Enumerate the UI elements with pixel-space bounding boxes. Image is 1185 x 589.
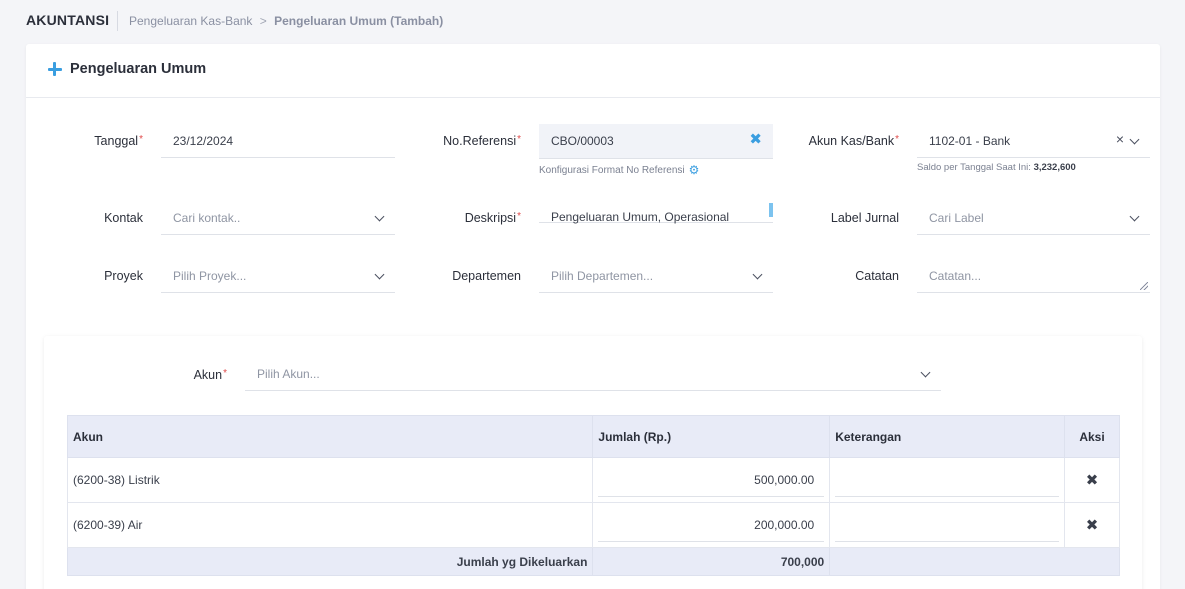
label-jurnal-placeholder: Cari Label [929, 211, 984, 225]
chevron-down-icon [1129, 134, 1140, 145]
chevron-down-icon [374, 269, 385, 280]
breadcrumb-separator: > [259, 14, 267, 28]
deskripsi-input[interactable]: Pengeluaran Umum, Operasional [539, 201, 773, 224]
no-referensi-label: No.Referensi* [443, 134, 521, 148]
akun-select[interactable]: Pilih Akun... [245, 357, 941, 391]
kontak-select[interactable]: Cari kontak.. [161, 201, 395, 235]
deskripsi-value: Pengeluaran Umum, Operasional [551, 210, 730, 224]
akun-label: Akun* [193, 368, 227, 382]
app-title: AKUNTANSI [26, 12, 110, 28]
proyek-select[interactable]: Pilih Proyek... [161, 259, 395, 293]
akun-kas-bank-value: 1102-01 - Bank [929, 134, 1011, 148]
total-row: Jumlah yg Dikeluarkan 700,000 [66, 547, 1120, 576]
column-header-akun: Akun [66, 415, 594, 458]
column-header-keterangan: Keterangan [829, 415, 1066, 458]
plus-icon [48, 62, 62, 76]
jumlah-input[interactable]: 500,000.00 [598, 463, 825, 497]
deskripsi-label: Deskripsi* [464, 211, 521, 225]
total-label: Jumlah yg Dikeluarkan [66, 547, 594, 576]
proyek-label: Proyek [104, 269, 143, 283]
card-header: Pengeluaran Umum [26, 44, 1160, 98]
breadcrumb-current: Pengeluaran Umum (Tambah) [274, 14, 444, 28]
chevron-down-icon [752, 269, 763, 280]
clear-icon[interactable]: ✖ [749, 132, 762, 147]
clear-icon[interactable]: × [1116, 132, 1124, 146]
departemen-label: Departemen [452, 269, 521, 283]
akun-kas-bank-label: Akun Kas/Bank* [808, 134, 899, 148]
chevron-down-icon [920, 367, 931, 378]
catatan-textarea[interactable]: Catatan... [917, 259, 1150, 293]
kontak-label: Kontak [104, 211, 143, 225]
breadcrumb-parent-link[interactable]: Pengeluaran Kas-Bank [129, 14, 252, 28]
departemen-placeholder: Pilih Departemen... [551, 269, 654, 283]
delete-icon[interactable]: ✖ [1064, 502, 1120, 548]
catatan-label: Catatan [855, 269, 899, 283]
resize-handle[interactable] [1140, 282, 1148, 290]
form-card: Pengeluaran Umum Tanggal* 23/12/2024 No.… [26, 44, 1160, 589]
breadcrumb: Pengeluaran Kas-Bank > Pengeluaran Umum … [129, 14, 443, 28]
tanggal-value: 23/12/2024 [173, 134, 234, 148]
column-header-aksi: Aksi [1064, 415, 1120, 458]
no-referensi-input[interactable]: CBO/00003 ✖ [539, 124, 773, 159]
no-referensi-value: CBO/00003 [551, 134, 614, 148]
config-reference-link[interactable]: Konfigurasi Format No Referensi ⚙ [539, 163, 699, 177]
label-jurnal-label: Label Jurnal [830, 211, 899, 225]
tanggal-input[interactable]: 23/12/2024 [161, 124, 395, 158]
akun-placeholder: Pilih Akun... [257, 367, 320, 381]
chevron-down-icon [374, 211, 385, 222]
page-title: Pengeluaran Umum [70, 61, 207, 77]
header-divider [117, 11, 118, 31]
saldo-value: 3,232,600 [1033, 162, 1076, 173]
journal-lines-table: Akun Jumlah (Rp.) Keterangan Aksi (6200-… [66, 415, 1120, 576]
scrollbar-thumb[interactable] [769, 203, 773, 217]
departemen-select[interactable]: Pilih Departemen... [539, 259, 773, 293]
table-row: (6200-38) Listrik 500,000.00 ✖ [66, 457, 1120, 503]
row-akun: (6200-38) Listrik [66, 457, 594, 503]
akun-kas-bank-select[interactable]: 1102-01 - Bank × [917, 124, 1150, 158]
top-bar: AKUNTANSI Pengeluaran Kas-Bank > Pengelu… [0, 0, 1185, 42]
table-row: (6200-39) Air 200,000.00 ✖ [66, 502, 1120, 548]
column-header-jumlah: Jumlah (Rp.) [592, 415, 831, 458]
saldo-info: Saldo per Tanggal Saat Ini: 3,232,600 [917, 162, 1076, 173]
tanggal-label: Tanggal* [94, 134, 143, 148]
chevron-down-icon [1129, 211, 1140, 222]
catatan-placeholder: Catatan... [929, 269, 982, 283]
keterangan-input[interactable] [835, 463, 1060, 497]
jumlah-input[interactable]: 200,000.00 [598, 508, 825, 542]
table-header-row: Akun Jumlah (Rp.) Keterangan Aksi [66, 415, 1120, 458]
proyek-placeholder: Pilih Proyek... [173, 269, 247, 283]
row-akun: (6200-39) Air [66, 502, 594, 548]
total-value: 700,000 [592, 547, 831, 576]
keterangan-input[interactable] [835, 508, 1060, 542]
total-filler [829, 547, 1120, 576]
kontak-placeholder: Cari kontak.. [173, 211, 241, 225]
lines-panel: Akun* Pilih Akun... Akun Jumlah (Rp.) Ke… [44, 336, 1142, 589]
label-jurnal-select[interactable]: Cari Label [917, 201, 1150, 235]
delete-icon[interactable]: ✖ [1064, 457, 1120, 503]
gear-icon: ⚙ [688, 163, 700, 177]
